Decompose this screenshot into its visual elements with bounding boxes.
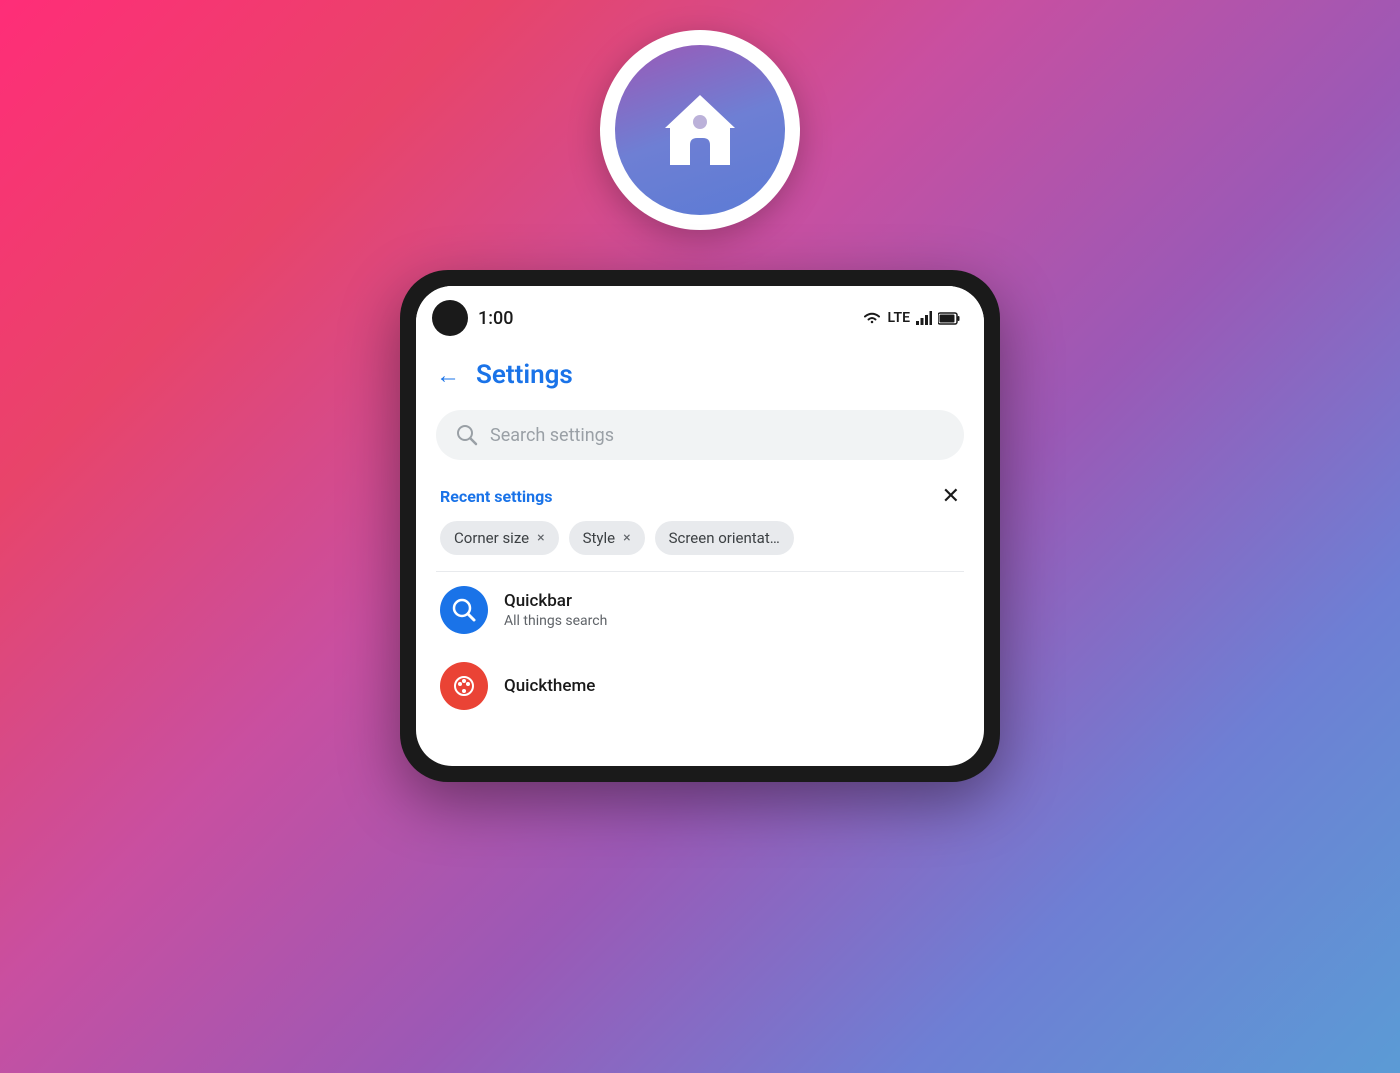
back-button[interactable]: ← — [436, 361, 460, 390]
palette-icon — [450, 672, 478, 700]
search-icon — [456, 424, 478, 446]
search-bar-container: Search settings — [416, 402, 984, 476]
home-icon — [650, 80, 750, 180]
search-bar[interactable]: Search settings — [436, 410, 964, 460]
chips-container: Corner size × Style × Screen orientat… — [416, 521, 984, 571]
battery-icon — [938, 312, 960, 325]
phone-mockup: 1:00 LTE — [400, 270, 1000, 782]
app-icon-container — [600, 30, 800, 230]
search-placeholder: Search settings — [490, 425, 614, 446]
status-left: 1:00 — [432, 300, 513, 336]
quickbar-icon — [440, 586, 488, 634]
recent-settings-title: Recent settings — [440, 487, 552, 506]
camera-dot — [432, 300, 468, 336]
lte-label: LTE — [888, 310, 910, 326]
chip-style-label: Style — [583, 529, 616, 547]
status-bar: 1:00 LTE — [416, 286, 984, 344]
phone-screen: 1:00 LTE — [416, 286, 984, 766]
search-blue-icon — [450, 596, 478, 624]
app-icon-inner — [615, 45, 785, 215]
chip-screen-orientation[interactable]: Screen orientat… — [655, 521, 794, 555]
list-item-quicktheme[interactable]: Quicktheme — [416, 648, 984, 724]
status-right: LTE — [862, 310, 960, 326]
settings-header: ← Settings — [416, 344, 984, 402]
chip-style-close[interactable]: × — [623, 530, 630, 546]
status-time: 1:00 — [478, 308, 513, 329]
chip-corner-size-label: Corner size — [454, 529, 529, 547]
chip-screen-orientation-label: Screen orientat… — [669, 529, 780, 547]
chip-corner-size[interactable]: Corner size × — [440, 521, 559, 555]
close-recent-button[interactable]: ✕ — [942, 484, 960, 509]
quicktheme-text: Quicktheme — [504, 676, 595, 696]
chip-style[interactable]: Style × — [569, 521, 645, 555]
recent-settings-header: Recent settings ✕ — [416, 476, 984, 521]
quicktheme-icon — [440, 662, 488, 710]
content-wrapper: 1:00 LTE — [0, 0, 1400, 1073]
settings-title: Settings — [476, 360, 573, 390]
quickbar-title: Quickbar — [504, 591, 607, 611]
quickbar-subtitle: All things search — [504, 613, 607, 629]
list-item-quickbar[interactable]: Quickbar All things search — [416, 572, 984, 648]
quickbar-text: Quickbar All things search — [504, 591, 607, 629]
chip-corner-size-close[interactable]: × — [537, 530, 544, 546]
app-content: ← Settings Search settings Recent — [416, 344, 984, 724]
quicktheme-title: Quicktheme — [504, 676, 595, 696]
signal-icon — [916, 311, 932, 325]
wifi-icon — [862, 310, 882, 326]
